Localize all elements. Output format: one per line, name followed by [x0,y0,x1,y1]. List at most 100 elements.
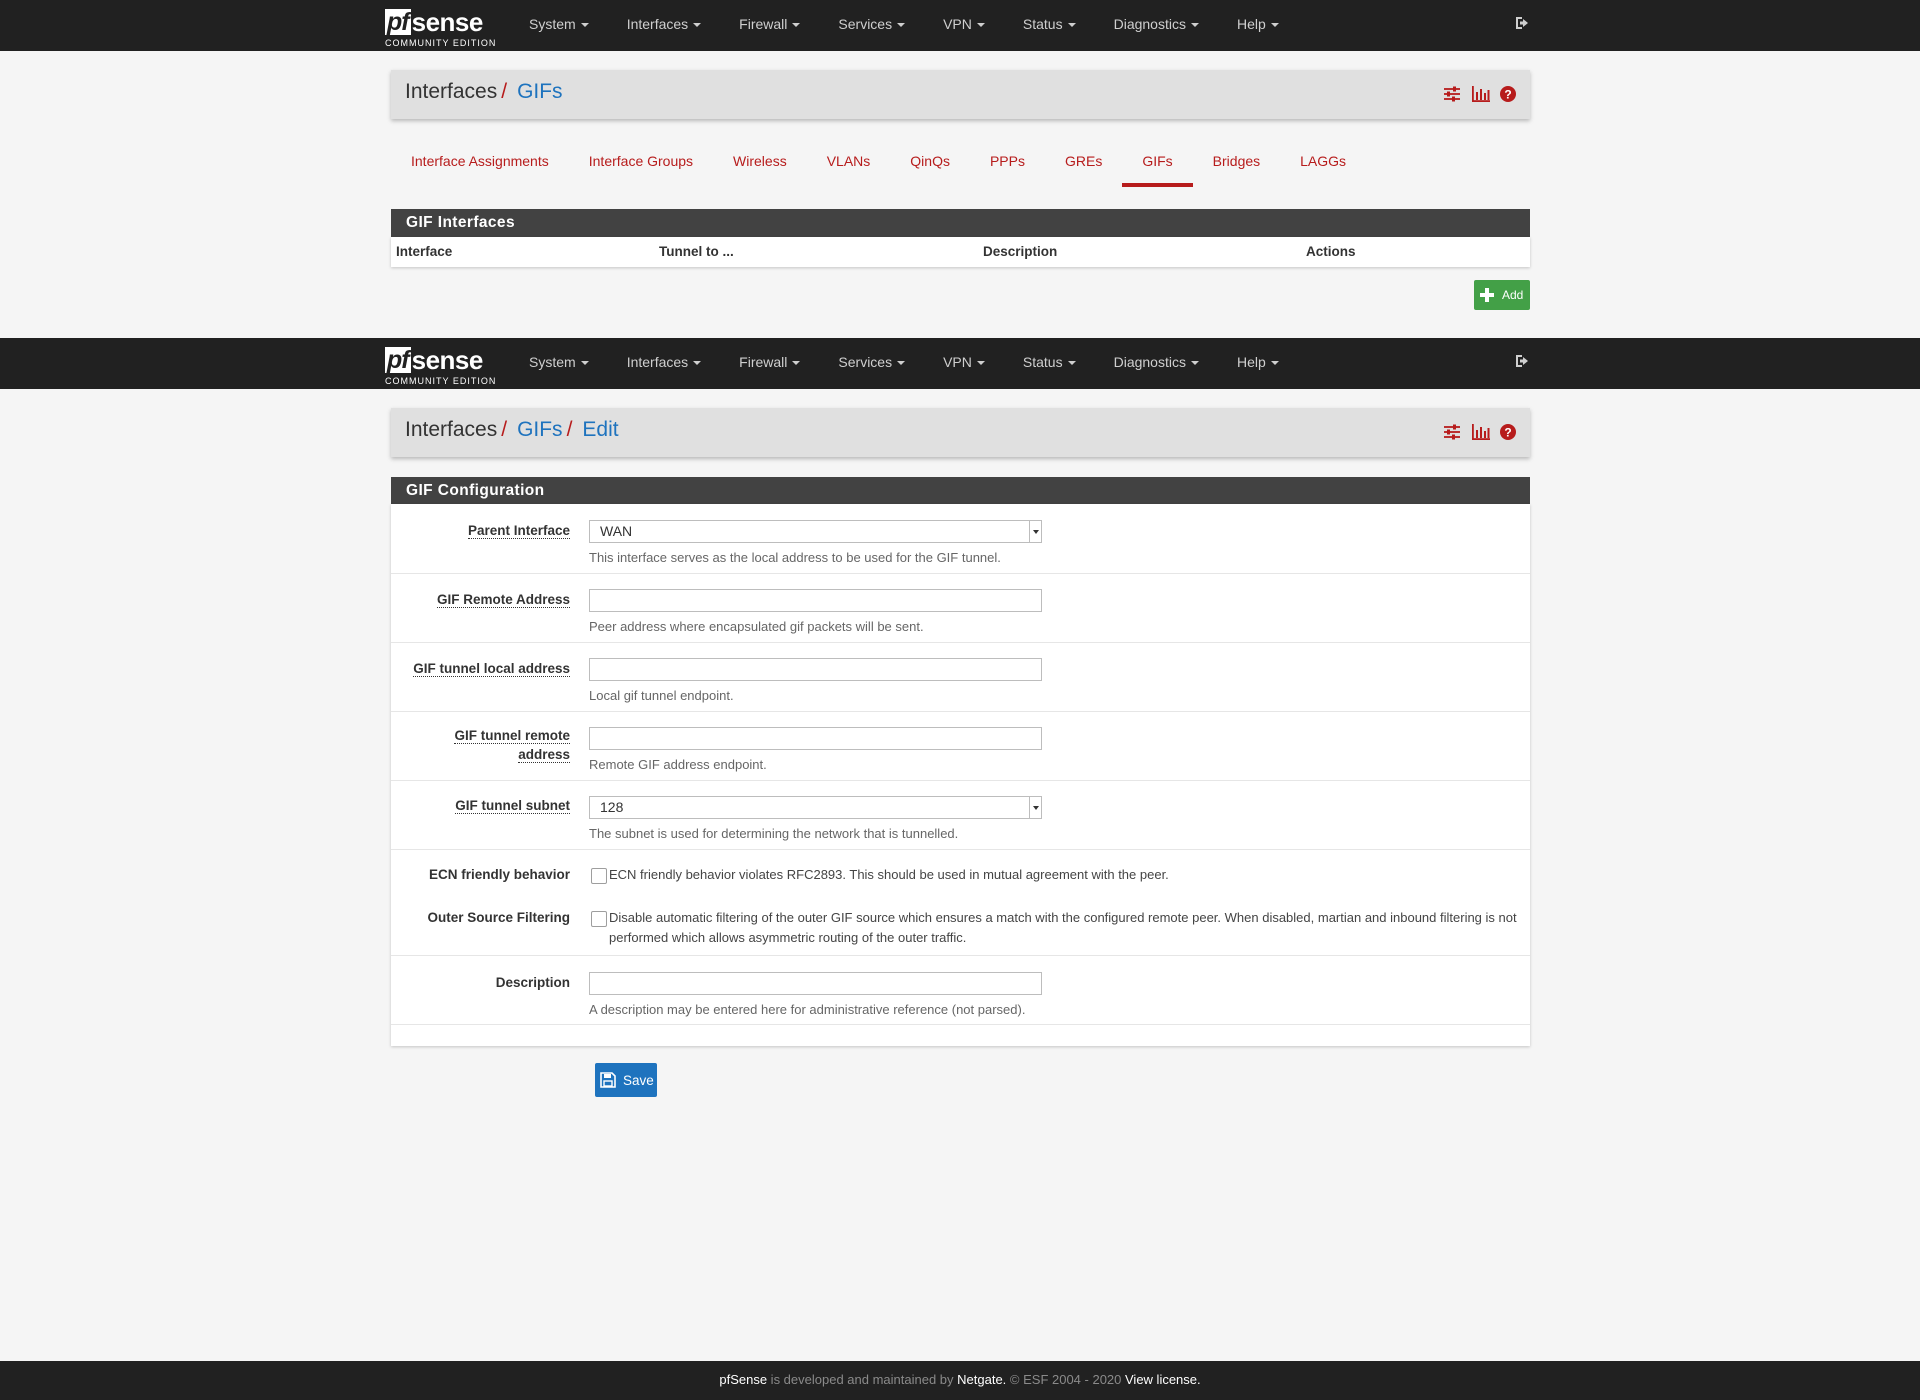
breadcrumb-gifs[interactable]: GIFs [517,418,563,441]
menu-system[interactable]: System [510,338,608,389]
netgate-link[interactable]: Netgate. [957,1372,1006,1387]
menu-interfaces[interactable]: Interfaces [608,338,720,389]
bar-chart-icon[interactable] [1472,424,1490,440]
description-label: Description [495,975,570,990]
parent-interface-label: Parent Interface [467,523,570,539]
menu-help[interactable]: Help [1218,0,1298,51]
tab-vlans[interactable]: VLANs [807,147,891,187]
svg-text:?: ? [1504,426,1511,440]
outer-source-filtering-label: Outer Source Filtering [427,910,570,925]
caret-down-icon [792,23,801,28]
ecn-friendly-checkbox[interactable] [591,868,607,884]
caret-down-icon [1270,361,1279,366]
top-navbar-edit: pf sense COMMUNITY EDITION System Interfa… [0,338,1920,389]
column-actions: Actions [1306,244,1356,259]
row-gif-remote-address: GIF Remote Address Peer address where en… [391,574,1530,643]
menu-firewall[interactable]: Firewall [720,338,819,389]
breadcrumb-panel-edit: Interfaces / GIFs / Edit ? [391,408,1530,457]
bar-chart-icon[interactable] [1472,86,1490,102]
sliders-icon[interactable] [1444,424,1460,440]
save-icon [600,1072,616,1088]
view-license-link[interactable]: View license. [1125,1372,1201,1387]
column-tunnel-to[interactable]: Tunnel to ... [659,244,734,259]
gif-configuration-form: Parent Interface WAN This interface serv… [391,504,1530,1046]
row-gif-tunnel-subnet: GIF tunnel subnet 128 The subnet is used… [391,781,1530,850]
gif-tunnel-subnet-help: The subnet is used for determining the n… [589,826,959,841]
description-input[interactable] [589,972,1042,995]
menu-diagnostics[interactable]: Diagnostics [1095,0,1218,51]
caret-down-icon [976,23,985,28]
gif-tunnel-remote-label: GIF tunnel remote [454,728,570,744]
tab-gres[interactable]: GREs [1045,147,1122,187]
menu-status[interactable]: Status [1004,338,1095,389]
gif-tunnel-local-label: GIF tunnel local address [413,661,570,677]
menu-vpn[interactable]: VPN [924,0,1004,51]
help-icon[interactable]: ? [1500,424,1516,440]
caret-down-icon [1270,23,1279,28]
gif-remote-address-help: Peer address where encapsulated gif pack… [589,619,924,634]
plus-icon [1480,288,1494,302]
logout-icon[interactable] [1514,353,1530,369]
gif-tunnel-local-input[interactable] [589,658,1042,681]
caret-down-icon [693,23,702,28]
gif-remote-address-input[interactable] [589,589,1042,612]
tab-wireless[interactable]: Wireless [713,147,807,187]
caret-down-icon [792,361,801,366]
tab-qinqs[interactable]: QinQs [890,147,970,187]
save-button[interactable]: Save [595,1063,657,1097]
caret-down-icon [580,361,589,366]
gif-tunnel-subnet-label: GIF tunnel subnet [455,798,570,814]
menu-services[interactable]: Services [819,338,924,389]
sliders-icon[interactable] [1444,86,1460,102]
logout-icon[interactable] [1514,15,1530,31]
menu-help[interactable]: Help [1218,338,1298,389]
gif-interfaces-panel-title: GIF Interfaces [391,209,1530,237]
tab-interface-assignments[interactable]: Interface Assignments [391,147,569,187]
menu-system[interactable]: System [510,0,608,51]
menu-vpn[interactable]: VPN [924,338,1004,389]
svg-text:?: ? [1504,88,1511,102]
gif-configuration-panel-title: GIF Configuration [391,477,1530,505]
tab-ppps[interactable]: PPPs [970,147,1045,187]
row-gif-tunnel-local: GIF tunnel local address Local gif tunne… [391,643,1530,712]
menu-status[interactable]: Status [1004,0,1095,51]
help-icon[interactable]: ? [1500,86,1516,102]
description-help: A description may be entered here for ad… [589,1002,1026,1017]
caret-down-icon [580,23,589,28]
breadcrumb-gifs[interactable]: GIFs [517,80,563,103]
tab-gifs[interactable]: GIFs [1122,147,1194,187]
menu-diagnostics[interactable]: Diagnostics [1095,338,1218,389]
breadcrumb-interfaces[interactable]: Interfaces [405,418,497,441]
pfsense-logo[interactable]: pf sense COMMUNITY EDITION [385,5,495,48]
menu-firewall[interactable]: Firewall [720,0,819,51]
ecn-friendly-text: ECN friendly behavior violates RFC2893. … [609,867,1169,882]
caret-down-icon [1067,361,1076,366]
footer-brand: pfSense [719,1372,768,1387]
tab-interface-groups[interactable]: Interface Groups [569,147,713,187]
chevron-down-icon [1029,797,1041,818]
caret-down-icon [897,361,906,366]
breadcrumb: Interfaces / GIFs / Edit [405,418,619,441]
add-button[interactable]: Add [1474,280,1530,310]
breadcrumb-edit[interactable]: Edit [582,418,618,441]
outer-source-filtering-text: Disable automatic filtering of the outer… [609,910,1517,945]
pfsense-logo[interactable]: pf sense COMMUNITY EDITION [385,343,495,386]
gif-tunnel-remote-input[interactable] [589,727,1042,750]
parent-interface-select[interactable]: WAN [589,520,1042,543]
gif-tunnel-local-help: Local gif tunnel endpoint. [589,688,734,703]
gif-interfaces-table: Interface Tunnel to ... Description Acti… [391,237,1530,267]
tab-laggs[interactable]: LAGGs [1280,147,1366,187]
caret-down-icon [976,361,985,366]
breadcrumb-panel-list: Interfaces / GIFs ? [391,70,1530,119]
breadcrumb-interfaces[interactable]: Interfaces [405,80,497,103]
tab-bridges[interactable]: Bridges [1193,147,1280,187]
interface-tabs: Interface Assignments Interface Groups W… [391,147,1366,187]
column-description[interactable]: Description [983,244,1057,259]
caret-down-icon [897,23,906,28]
outer-source-filtering-checkbox[interactable] [591,911,607,927]
column-interface[interactable]: Interface [396,244,452,259]
menu-interfaces[interactable]: Interfaces [608,0,720,51]
gif-tunnel-subnet-select[interactable]: 128 [589,796,1042,819]
menu-services[interactable]: Services [819,0,924,51]
gif-tunnel-remote-help: Remote GIF address endpoint. [589,757,767,772]
